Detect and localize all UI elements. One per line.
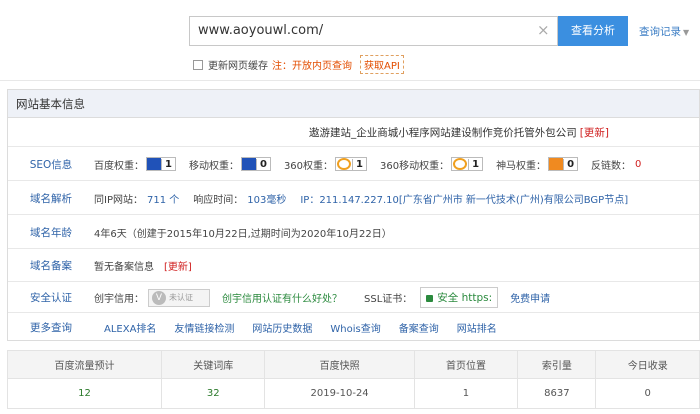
baidu-weight-value: 1	[161, 158, 175, 170]
url-input[interactable]: www.aoyouwl.com/	[189, 16, 558, 46]
icp-query-link[interactable]: 备案查询	[399, 320, 439, 335]
ssl-badge[interactable]: 安全 https:	[420, 287, 499, 308]
seo-row: SEO信息 百度权重： 1 移动权重： 0 360权重： 1 360移动权重： …	[8, 148, 699, 181]
baidu-weight-badge[interactable]: 1	[146, 157, 176, 171]
v-logo-icon: V	[152, 290, 166, 305]
stats-header: 今日收录	[595, 350, 700, 379]
response-label: 响应时间：	[193, 194, 244, 206]
shenma-weight-badge[interactable]: 0	[548, 157, 579, 171]
free-apply-link[interactable]: 免费申请	[510, 290, 550, 305]
ring-360-icon	[453, 158, 468, 170]
seo-label: SEO信息	[29, 158, 73, 171]
domain-values: 同IP网站： 711 个 响应时间： 103毫秒 IP：211.147.227.…	[94, 191, 628, 206]
history-data-link[interactable]: 网站历史数据	[252, 320, 312, 335]
icp-row: 域名备案 暂无备案信息 [更新]	[8, 250, 699, 282]
divider	[0, 80, 700, 81]
seo-values: 百度权重： 1 移动权重： 0 360权重： 1 360移动权重： 1 神马权重…	[94, 157, 641, 172]
w360m-weight-badge[interactable]: 1	[451, 157, 484, 171]
w360-weight-value: 1	[352, 158, 366, 170]
security-row: 安全认证 创宇信用： V 未认证 创宇信用认证有什么好处？ SSL证书： 安全 h…	[8, 283, 699, 313]
domain-age-value: 4年6天（创建于2015年10月22日,过期时间为2020年10月22日）	[94, 228, 392, 240]
update-cache-checkbox[interactable]	[193, 59, 203, 70]
icp-value: 暂无备案信息	[94, 262, 154, 273]
site-title: 遨游建站_企业商城小程序网站建设制作竞价托管外包公司	[309, 127, 577, 139]
baidu-traffic-value[interactable]: 12	[7, 378, 162, 409]
credit-badge[interactable]: V 未认证	[148, 288, 210, 307]
friend-link-check[interactable]: 友情链接检测	[174, 320, 234, 335]
same-ip-value[interactable]: 711 个	[147, 191, 179, 206]
search-bar: www.aoyouwl.com/ × 查看分析	[189, 16, 629, 46]
stats-header: 首页位置	[413, 350, 519, 379]
icp-values: 暂无备案信息 [更新]	[94, 258, 192, 273]
alexa-link[interactable]: ALEXA排名	[104, 320, 156, 335]
credit-badge-label: 未认证	[169, 293, 193, 302]
baidu-paw-icon	[241, 158, 256, 170]
domain-label: 域名解析	[30, 192, 72, 205]
today-indexed-value: 0	[595, 378, 700, 409]
w360-weight-label: 360权重：	[283, 160, 334, 172]
stats-table: 百度流量预计 关键词库 百度快照 首页位置 索引量 今日收录 12 32 201…	[7, 350, 700, 409]
ssl-badge-label: 安全 https:	[437, 292, 493, 304]
chevron-down-icon: ▼	[683, 28, 690, 37]
snapshot-date-value: 2019-10-24	[264, 378, 415, 409]
table-row: 12 32 2019-10-24 1 8637 0	[7, 378, 700, 409]
keyword-count-value[interactable]: 32	[160, 378, 266, 409]
shenma-icon	[549, 158, 564, 170]
w360m-weight-label: 360移动权重：	[380, 160, 450, 172]
icp-label: 域名备案	[30, 260, 72, 272]
baidu-weight-label: 百度权重：	[94, 160, 144, 172]
index-count-value: 8637	[517, 378, 597, 409]
domain-age-label: 域名年龄	[30, 226, 72, 239]
credit-label: 创宇信用：	[94, 294, 144, 305]
more-queries-row: 更多查询 ALEXA排名 友情链接检测 网站历史数据 Whois查询 备案查询 …	[8, 314, 699, 341]
options-row: 更新网页缓存 注：开放内页查询 获取API	[193, 55, 404, 74]
ssl-label: SSL证书：	[364, 294, 413, 305]
ip-info[interactable]: IP：211.147.227.10[广东省广州市 新一代技术(广州)有限公司BG…	[300, 191, 628, 206]
shenma-weight-label: 神马权重：	[496, 160, 547, 172]
analyze-button[interactable]: 查看分析	[558, 16, 628, 46]
homepage-position-value: 1	[413, 378, 519, 409]
w360m-weight-value: 1	[468, 158, 482, 170]
shenma-weight-value: 0	[563, 158, 577, 170]
site-info-panel: 网站基本信息 遨游建站_企业商城小程序网站建设制作竞价托管外包公司 [更新] S…	[7, 89, 700, 341]
ring-360-icon	[337, 158, 352, 170]
baidu-paw-icon	[147, 158, 161, 170]
backlinks-value[interactable]: 0	[635, 159, 641, 170]
stats-header: 索引量	[517, 350, 597, 379]
stats-header: 关键词库	[160, 350, 266, 379]
backlinks-label: 反链数：	[591, 160, 632, 172]
response-value: 103毫秒	[247, 194, 287, 206]
credit-benefit-link[interactable]: 创宇信用认证有什么好处？	[222, 290, 342, 305]
security-values: 创宇信用： V 未认证 创宇信用认证有什么好处？ SSL证书： 安全 https:…	[94, 287, 550, 308]
panel-title: 网站基本信息	[8, 90, 699, 118]
mobile-weight-badge[interactable]: 0	[240, 157, 271, 171]
refresh-icp-link[interactable]: [更新]	[164, 258, 192, 273]
more-queries-label: 更多查询	[30, 322, 72, 334]
w360-weight-badge[interactable]: 1	[335, 157, 367, 171]
clear-icon[interactable]: ×	[537, 21, 550, 39]
query-history-label: 查询记录	[639, 26, 681, 38]
query-history-dropdown[interactable]: 查询记录 ▼	[639, 24, 689, 39]
more-queries-links: ALEXA排名 友情链接检测 网站历史数据 Whois查询 备案查询 网站排名	[104, 320, 515, 335]
update-cache-label: 更新网页缓存	[208, 61, 268, 72]
same-ip-label: 同IP网站：	[94, 194, 143, 206]
site-rank-link[interactable]: 网站排名	[457, 320, 497, 335]
security-label: 安全认证	[30, 292, 72, 304]
stats-header: 百度快照	[264, 350, 415, 379]
domain-row: 域名解析 同IP网站： 711 个 响应时间： 103毫秒 IP：211.147…	[8, 182, 699, 215]
stats-header-row: 百度流量预计 关键词库 百度快照 首页位置 索引量 今日收录	[7, 350, 700, 379]
whois-link[interactable]: Whois查询	[330, 320, 380, 335]
subpage-note: 注：开放内页查询	[272, 61, 352, 72]
lock-icon	[426, 295, 434, 302]
refresh-title-link[interactable]: [更新]	[580, 125, 609, 140]
mobile-weight-label: 移动权重：	[188, 160, 239, 172]
stats-header: 百度流量预计	[7, 350, 162, 379]
site-title-row: 遨游建站_企业商城小程序网站建设制作竞价托管外包公司 [更新]	[8, 119, 699, 147]
domain-age-row: 域名年龄 4年6天（创建于2015年10月22日,过期时间为2020年10月22…	[8, 216, 699, 249]
get-api-link[interactable]: 获取API	[360, 55, 404, 74]
mobile-weight-value: 0	[255, 158, 270, 170]
